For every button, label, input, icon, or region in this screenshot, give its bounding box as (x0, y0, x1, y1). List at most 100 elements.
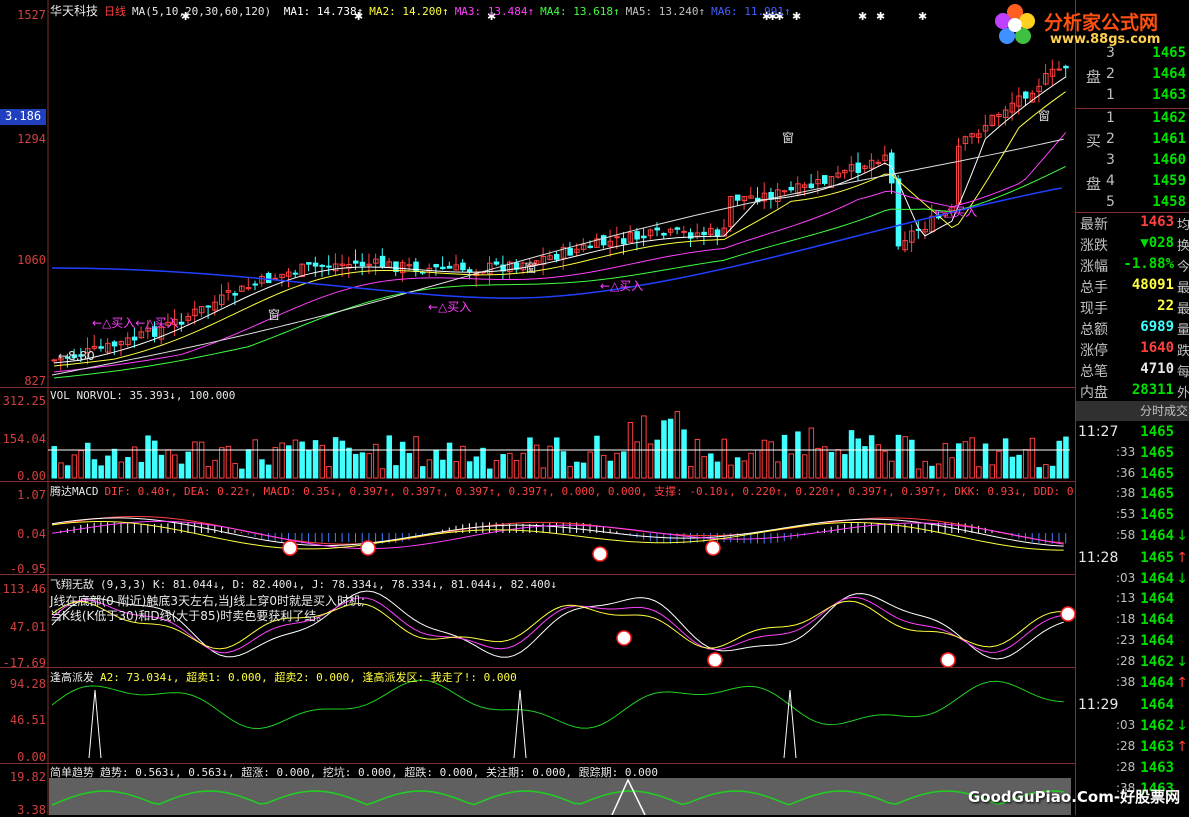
ma-value-1: MA1: 14.738↑ (284, 5, 363, 18)
quote-row-5: 总额6989量 (1076, 319, 1189, 340)
tick-time: 11:28 (1078, 550, 1118, 566)
tick-row[interactable]: :381465 (1076, 486, 1189, 507)
volume-bar (722, 439, 727, 478)
vol-axis-bottom: 0.00 (0, 469, 46, 483)
quote-row-7-value: 4710 (1140, 361, 1174, 377)
smile-icon (1061, 607, 1075, 621)
tick-arrow: ↑ (1176, 550, 1188, 566)
tick-price: 1464 (1140, 675, 1174, 691)
tick-row[interactable]: :381464↑ (1076, 675, 1189, 696)
volume-bar (910, 440, 915, 478)
volume-bar (340, 441, 345, 478)
tick-row[interactable]: :361465 (1076, 466, 1189, 487)
tick-row[interactable]: :031464↓ (1076, 571, 1189, 592)
tick-row[interactable]: :031462↓ (1076, 718, 1189, 739)
tick-title[interactable]: 分时成交 (1076, 401, 1189, 421)
quote-row-4: 现手22最 (1076, 298, 1189, 319)
candle-body (789, 187, 794, 189)
candle-body (253, 284, 258, 285)
book-divider (1076, 212, 1189, 213)
volume-bar (159, 455, 164, 478)
volume-bar (883, 451, 888, 478)
volume-bar (816, 448, 821, 478)
volume-bar (186, 452, 191, 478)
tick-row[interactable]: :231464 (1076, 633, 1189, 654)
period-label[interactable]: 日线 (104, 5, 126, 18)
volume-bar (387, 436, 392, 478)
peak-name: 逢高派发 (50, 671, 94, 684)
sell-level-num: 1 (1106, 87, 1115, 103)
volume-bar (789, 454, 794, 478)
volume-bar (782, 435, 787, 478)
tick-row[interactable]: :531465 (1076, 507, 1189, 528)
tick-row[interactable]: :131464 (1076, 591, 1189, 612)
kdj-values: (9,3,3) K: 81.044↓, D: 82.400↓, J: 78.33… (100, 578, 557, 591)
volume-bar (863, 447, 868, 478)
volume-bar (896, 435, 901, 478)
ma-value-2: MA2: 14.200↑ (369, 5, 448, 18)
volume-bar (354, 454, 359, 478)
volume-bar (776, 462, 781, 478)
buy-level-num: 4 (1106, 173, 1115, 189)
volume-bar (514, 460, 519, 478)
pane-separator[interactable] (0, 667, 1075, 668)
volume-bar (729, 465, 734, 478)
tick-row[interactable]: 11:271465 (1076, 424, 1189, 445)
tick-row[interactable]: :281463↑ (1076, 739, 1189, 760)
peak-spike (784, 690, 796, 758)
volume-bar (92, 460, 97, 478)
volume-bar (179, 464, 184, 478)
buy-level-3: 31460 (1076, 152, 1189, 173)
volume-bar (970, 438, 975, 478)
price-axis-mid1: 1294 (0, 132, 46, 146)
volume-bar (501, 455, 506, 478)
quote-row-8-label: 内盘 (1080, 382, 1108, 402)
volume-bar (950, 458, 955, 478)
volume-bar (521, 453, 526, 478)
volume-bar (253, 440, 258, 478)
quote-row-3: 总手48091最 (1076, 277, 1189, 298)
volume-bar (280, 443, 285, 478)
ma-values: MA1: 14.738↑MA2: 14.200↑MA3: 13.484↑MA4:… (284, 5, 797, 18)
quote-row-6-label: 涨停 (1080, 340, 1108, 360)
quote-row-6-tail: 跌 (1177, 340, 1189, 359)
candle-body (293, 273, 298, 274)
candle-body (266, 274, 271, 283)
quote-row-1-label: 涨跌 (1080, 235, 1108, 255)
tick-row[interactable]: 11:281465↑ (1076, 550, 1189, 571)
tick-row[interactable]: :331465 (1076, 445, 1189, 466)
volume-bar (293, 440, 298, 478)
candle-body (313, 263, 318, 266)
kdj-axis-bottom: -17.69 (0, 656, 46, 670)
tick-row[interactable]: 11:291464 (1076, 697, 1189, 718)
tick-row[interactable]: :281463 (1076, 760, 1189, 781)
candle-body (601, 236, 606, 245)
tick-row[interactable]: :281462↓ (1076, 654, 1189, 675)
volume-bar (494, 460, 499, 478)
tick-row[interactable]: :181464 (1076, 612, 1189, 633)
volume-bar (1003, 439, 1008, 478)
tick-time: :28 (1116, 739, 1135, 753)
pane-separator[interactable] (0, 574, 1075, 575)
volume-bar (849, 431, 854, 478)
volume-bar (213, 460, 218, 478)
chart-canvas[interactable]: ✱✱✱✱✱✱✱✱✱✱ (0, 0, 1075, 815)
peak-axis-top: 94.28 (0, 677, 46, 691)
volume-bar (421, 467, 426, 478)
volume-bar (266, 465, 271, 478)
candle-body (782, 191, 787, 192)
volume-bar (742, 461, 747, 478)
candle-body (682, 231, 687, 232)
volume-bar (802, 455, 807, 478)
volume-bar (347, 448, 352, 478)
candle-body (132, 337, 137, 340)
volume-bar (126, 458, 131, 478)
volume-bar (709, 454, 714, 478)
chart-area[interactable]: ✱✱✱✱✱✱✱✱✱✱ 1527 3.186 1294 1060 827 华天科技… (0, 0, 1075, 815)
ma-line-10 (54, 92, 1066, 366)
candle-body (675, 228, 680, 229)
volume-bar (86, 443, 91, 478)
tick-row[interactable]: :581464↓ (1076, 528, 1189, 549)
pane-separator[interactable] (0, 387, 1075, 388)
pane-separator[interactable] (0, 481, 1075, 482)
